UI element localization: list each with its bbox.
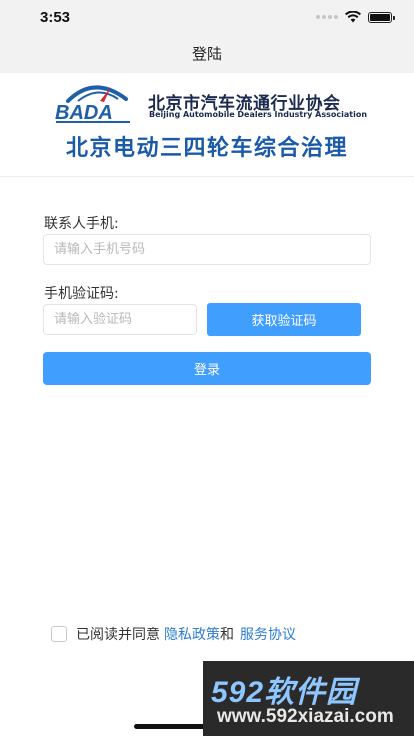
phone-input[interactable] [43,234,371,265]
logo-text: BADA [55,102,113,124]
bada-logo: BADA [55,85,130,124]
status-icons [316,11,395,23]
code-label: 手机验证码: [44,286,119,302]
watermark-brand: 592软件园 [211,676,358,709]
association-name-en: Beijing Automobile Dealers Industry Asso… [149,110,368,119]
header-banner: BADA 北京市汽车流通行业协会 Beijing Automobile Deal… [0,73,414,177]
privacy-policy-link[interactable]: 隐私政策 [164,624,220,644]
cellular-signal-icon [316,15,338,19]
battery-icon [368,11,395,23]
login-button[interactable]: 登录 [43,352,371,385]
banner-headline: 北京电动三四轮车综合治理 [65,136,348,161]
phone-label: 联系人手机: [44,216,119,232]
agreement-checkbox[interactable] [51,626,67,642]
status-time: 3:53 [40,9,71,26]
agreement-and-text: 和 [220,627,234,643]
agreement-text: 已阅读并同意 [76,627,160,643]
status-bar: 3:53 [0,0,414,36]
wifi-icon [345,11,361,23]
watermark-url: www.592xiazai.com [217,706,394,727]
nav-bar: 登陆 [0,36,414,73]
verification-code-input[interactable] [43,304,197,335]
page-title: 登陆 [191,45,222,63]
agreement-row: 已阅读并同意 隐私政策 和 服务协议 [51,624,296,644]
get-code-button[interactable]: 获取验证码 [207,303,361,336]
watermark: 592软件园 www.592xiazai.com [203,661,414,736]
service-agreement-link[interactable]: 服务协议 [240,624,296,644]
